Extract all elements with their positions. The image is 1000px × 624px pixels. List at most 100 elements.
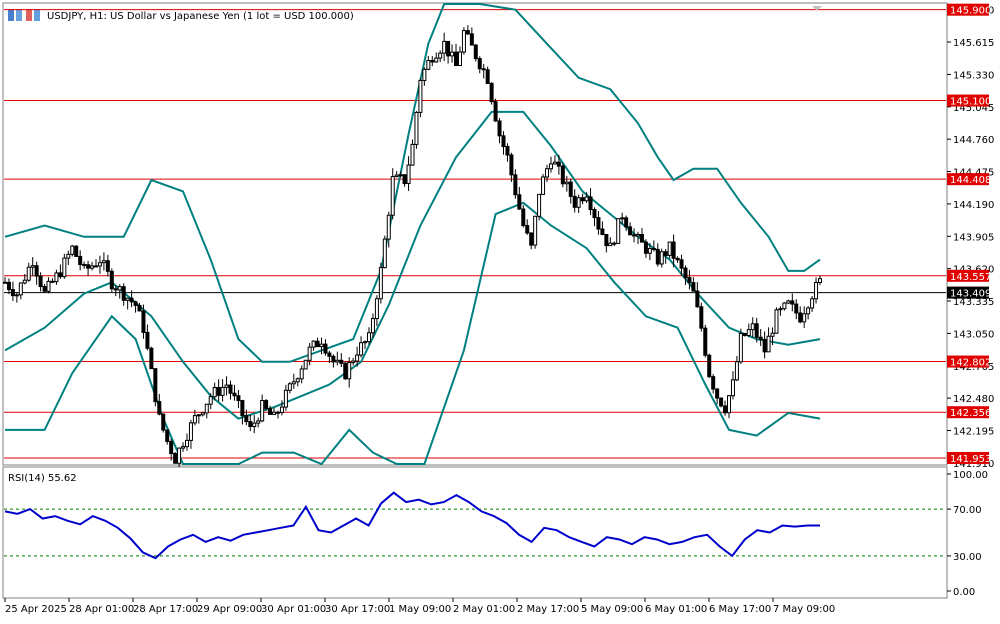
candle-body [513, 174, 518, 196]
candle-body [287, 383, 292, 391]
candle-body [600, 228, 605, 235]
candle-body [461, 30, 466, 53]
candle[interactable] [378, 262, 383, 304]
candle-body [295, 378, 300, 383]
candle[interactable] [173, 451, 178, 464]
candle-body [105, 260, 110, 272]
candle[interactable] [707, 353, 712, 378]
candle-body [636, 234, 641, 237]
candle-body [192, 415, 197, 424]
candle-body [545, 168, 550, 178]
candle-body [572, 195, 577, 208]
candle-body [469, 33, 474, 46]
rsi-tick-label: 0.00 [953, 587, 975, 598]
candle-body [97, 262, 102, 267]
candle-body [228, 384, 233, 394]
candle-body [86, 264, 91, 269]
candle[interactable] [109, 268, 114, 293]
candle-body [414, 111, 419, 145]
candle[interactable] [560, 163, 565, 188]
candle[interactable] [264, 398, 269, 411]
candle[interactable] [461, 27, 466, 55]
candle-body [418, 79, 423, 113]
candle[interactable] [473, 43, 478, 62]
candle[interactable] [382, 235, 387, 269]
candle-body [632, 234, 637, 237]
candle-body [683, 267, 688, 279]
candle[interactable] [537, 193, 542, 221]
candle-body [517, 194, 522, 210]
candle-body [738, 332, 743, 363]
rsi-title: RSI(14) 55.62 [8, 473, 77, 484]
candle[interactable] [774, 307, 779, 334]
candle-body [133, 301, 138, 306]
candle-body [42, 286, 47, 292]
rsi-tick-label: 100.00 [953, 470, 988, 481]
candle-body [446, 40, 451, 57]
chart-title: USDJPY, H1: US Dollar vs Japanese Yen (1… [47, 11, 354, 22]
chart-window[interactable]: USDJPY, H1: US Dollar vs Japanese Yen (1… [0, 0, 1000, 620]
candle-body [6, 281, 11, 291]
candle-body [592, 209, 597, 219]
candle-body [525, 225, 530, 234]
candle-body [758, 336, 763, 340]
candle-body [153, 368, 158, 403]
candle[interactable] [74, 245, 79, 257]
candle-body [101, 260, 106, 264]
candle[interactable] [70, 244, 75, 257]
candle-body [188, 422, 193, 441]
candle-body [58, 272, 63, 278]
candle[interactable] [521, 205, 526, 228]
time-tick-label: 25 Apr 2025 [5, 604, 67, 615]
candle-body [149, 347, 154, 370]
level-price-label: 145.100 [950, 97, 991, 108]
candle-body [766, 335, 771, 353]
candle-body [291, 381, 296, 385]
candle-body [161, 413, 166, 431]
candle[interactable] [719, 397, 724, 408]
candle[interactable] [738, 328, 743, 365]
candle-body [750, 323, 755, 331]
candle[interactable] [489, 82, 494, 105]
candle-body [422, 68, 427, 81]
candle[interactable] [667, 241, 672, 259]
candle-body [90, 265, 95, 269]
candle-body [473, 44, 478, 60]
candle-body [311, 340, 316, 348]
candle[interactable] [161, 413, 166, 433]
candle[interactable] [703, 324, 708, 358]
candle-body [398, 174, 403, 177]
candle[interactable] [343, 361, 348, 380]
candle[interactable] [616, 218, 621, 244]
candle[interactable] [541, 174, 546, 195]
candle[interactable] [699, 302, 704, 332]
candle-body [818, 278, 822, 283]
candle-body [169, 440, 174, 454]
candle-body [746, 329, 751, 337]
candle[interactable] [414, 110, 419, 149]
candle-body [386, 214, 391, 240]
candle-body [564, 181, 569, 185]
candle-body [200, 412, 205, 416]
candle-body [794, 303, 799, 314]
candle-body [541, 176, 546, 195]
candle-body [224, 384, 229, 388]
candle-body [390, 176, 395, 216]
candle[interactable] [303, 359, 308, 370]
candle[interactable] [153, 368, 158, 407]
candle[interactable] [418, 78, 423, 118]
rsi-tick-label: 70.00 [953, 505, 982, 516]
chart-type-icon [34, 9, 40, 21]
candle[interactable] [149, 346, 154, 370]
candle-body [675, 257, 680, 261]
candle-body [742, 332, 747, 337]
candle-body [3, 281, 7, 284]
candle-body [363, 341, 368, 344]
candle[interactable] [533, 215, 538, 249]
candle-body [319, 343, 324, 348]
candle-body [798, 312, 803, 323]
candle-body [762, 338, 767, 353]
chart-canvas[interactable]: USDJPY, H1: US Dollar vs Japanese Yen (1… [0, 0, 1000, 620]
candle[interactable] [493, 98, 498, 122]
candle-body [450, 51, 455, 57]
